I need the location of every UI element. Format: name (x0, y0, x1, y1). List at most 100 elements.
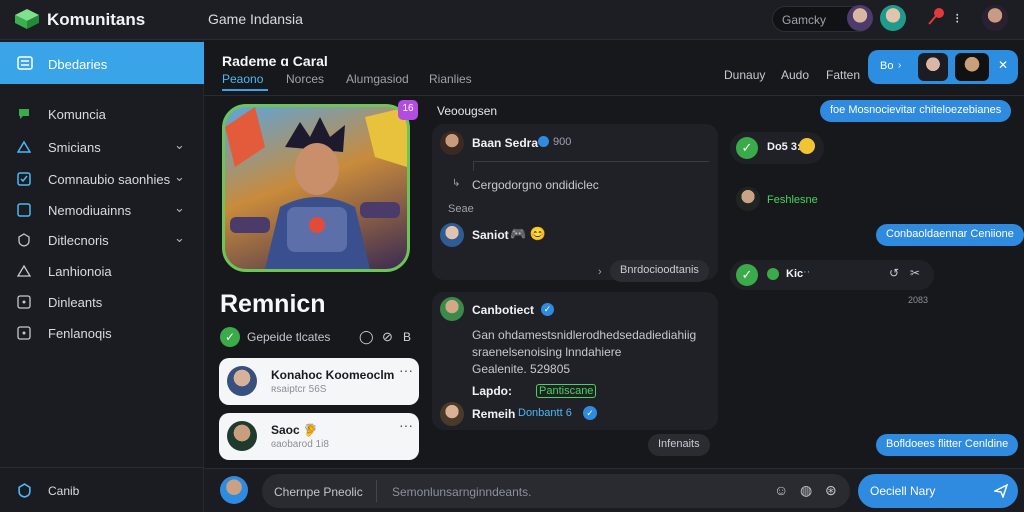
message-bubble[interactable]: Conbaoldaennar Ceniione (876, 224, 1024, 246)
friend-card[interactable]: Saoc 🦻 ɞaobarod 1i8 ··· (219, 413, 419, 460)
more-icon[interactable]: ··· (399, 362, 413, 378)
sidebar-item-label: Ditlecnoris (48, 233, 109, 248)
tab-norces[interactable]: Norces (286, 72, 324, 86)
check-icon: ✓ (736, 264, 758, 286)
divider (376, 480, 377, 502)
cube-logo-icon (15, 9, 39, 29)
check-icon: ✓ (220, 327, 240, 347)
friend-status: ɞaobarod 1i8 (271, 439, 329, 450)
chevron-down-icon[interactable]: ⌄ (174, 137, 185, 153)
message-input[interactable]: Chernpe Pneolic Semonlunsarnginndeants. … (262, 474, 850, 508)
tab-active-indicator (222, 89, 268, 91)
avatar[interactable] (220, 476, 248, 504)
sidebar-item-label: Fenlanoqis (48, 326, 112, 341)
chat-icon[interactable]: ◯ (359, 329, 374, 345)
message-author[interactable]: Baan Sedra (472, 136, 538, 150)
message-author[interactable]: Canbotiect (472, 303, 534, 317)
sidebar-item-lanhionoia[interactable]: Lanhionoia (0, 258, 204, 286)
chip-label: Kic (786, 268, 804, 280)
friend-status: ʀsaiptcr 56S (271, 384, 327, 395)
sidebar-footer[interactable]: Canib (0, 467, 204, 512)
tab-dunauy[interactable]: Dunauy (724, 68, 765, 82)
message-author[interactable]: Saniot (472, 228, 509, 242)
user-chip[interactable] (730, 260, 934, 290)
avatar (227, 421, 257, 451)
chevron-down-icon[interactable]: ⌄ (174, 230, 185, 246)
divider (473, 161, 474, 171)
more-icon[interactable]: ⁝ (955, 10, 959, 27)
avatar[interactable] (736, 187, 760, 211)
sidebar-item-komuncia[interactable]: Komuncia (0, 101, 204, 129)
profile-avatar[interactable] (982, 5, 1008, 31)
avatar[interactable] (847, 5, 873, 31)
sidebar-item-fenlanoqis[interactable]: Fenlanoqis (0, 320, 204, 348)
friend-name: Konahoc Koomeoclm (271, 368, 395, 382)
message-text-line: sraenelsenoising lnndahiere (472, 345, 622, 359)
status-dot-icon (767, 268, 779, 280)
chevron-right-icon: › (898, 60, 902, 71)
sticker-icon[interactable]: ◍ (800, 482, 812, 499)
sidebar-item-active[interactable]: Dbedaries (0, 42, 204, 84)
sidebar-item-label: Comnaubio saonhies (48, 172, 171, 187)
sidebar-item-nemodiuainns[interactable]: Nemodiuainns ⌄ (0, 197, 204, 225)
verified-icon: ✓ (541, 303, 554, 316)
send-button[interactable]: Oeciell Nary (858, 474, 1018, 508)
sidebar-item-ditlecnoris[interactable]: Ditlecnoris ⌄ (0, 227, 204, 255)
tools-icon[interactable]: ✂ (910, 266, 920, 280)
emoji-icon (799, 138, 815, 154)
avatar[interactable] (880, 5, 906, 31)
more-icon[interactable]: ··· (399, 417, 413, 433)
sidebar-item-label: Lanhionoia (48, 264, 112, 279)
message-text-line: Gan ohdamestsnidlerodhedsedadiediahiig (472, 328, 697, 342)
sidebar-item-dinleants[interactable]: Dinleants (0, 289, 204, 317)
composer-label: Chernpe Pneolic (274, 485, 363, 499)
verified-icon (538, 136, 549, 147)
tab-peaono[interactable]: Peaono (222, 72, 263, 86)
tab-fatten[interactable]: Fatten (826, 68, 860, 82)
avatar[interactable] (440, 131, 464, 155)
message-bubble[interactable]: Bofldoees flitter Cenldine (876, 434, 1019, 456)
sidebar-item-comnaubio[interactable]: Comnaubio saonhies ⌄ (0, 166, 204, 194)
message-count: 900 (553, 136, 572, 148)
avatar[interactable] (440, 402, 464, 426)
chevron-down-icon[interactable]: ⌄ (174, 169, 185, 185)
checkbox-icon (17, 172, 31, 186)
tab-rianlies[interactable]: Rianlies (429, 72, 472, 86)
hero-action-extra[interactable]: B (403, 330, 411, 344)
avatar[interactable] (440, 223, 464, 247)
sidebar-item-smicians[interactable]: Smicians ⌄ (0, 134, 204, 162)
avatar[interactable] (918, 53, 948, 81)
friend-card[interactable]: Konahoc Koomeoclm ʀsaiptcr 56S ··· (219, 358, 419, 405)
avatar (227, 366, 257, 396)
hero-portrait[interactable] (222, 104, 410, 272)
chat-pill[interactable]: Bnrdocioodtanis (610, 260, 709, 282)
tab-alumgasiod[interactable]: Alumgasiod (346, 72, 409, 86)
message-emoji: 🎮 😊 (510, 226, 546, 241)
typing-icon: ·· (803, 266, 811, 278)
top-bar: Komunitans Game Indansia Gamcky ⁝ (0, 0, 1024, 40)
tab-audo[interactable]: Audo (781, 68, 809, 82)
pin-icon[interactable] (926, 7, 946, 27)
user-name[interactable]: Feshlesne (767, 194, 818, 206)
party-pill-label: Bo (880, 60, 894, 72)
timestamp: 2083 (908, 295, 929, 305)
chat-pill[interactable]: Infenaits (648, 434, 710, 456)
message-bubble[interactable]: foe Mosnocievitar chiteloezebianes (820, 100, 1012, 122)
party-pill[interactable]: Bo › ✕ (868, 50, 1018, 84)
link-icon[interactable]: ⊘ (382, 329, 393, 345)
page-title: Rademe ɑ Caral (222, 53, 328, 69)
gif-icon[interactable]: ⊛ (825, 482, 837, 499)
hero-badge: 16 (398, 100, 418, 120)
chevron-down-icon[interactable]: ⌄ (174, 200, 185, 216)
emoji-icon[interactable]: ☺ (774, 482, 788, 498)
refresh-icon[interactable]: ↺ (889, 266, 899, 280)
reply-tag: Pantiscane (536, 384, 597, 398)
game-title[interactable]: Game Indansia (208, 11, 303, 27)
triangle-icon (17, 140, 31, 153)
close-icon[interactable]: ✕ (998, 58, 1008, 72)
check-icon: ✓ (736, 137, 758, 159)
verified-icon: ✓ (583, 406, 597, 420)
message-text-line: Gealenite. 529805 (472, 362, 571, 376)
avatar[interactable] (440, 297, 464, 321)
avatar[interactable] (955, 53, 989, 81)
